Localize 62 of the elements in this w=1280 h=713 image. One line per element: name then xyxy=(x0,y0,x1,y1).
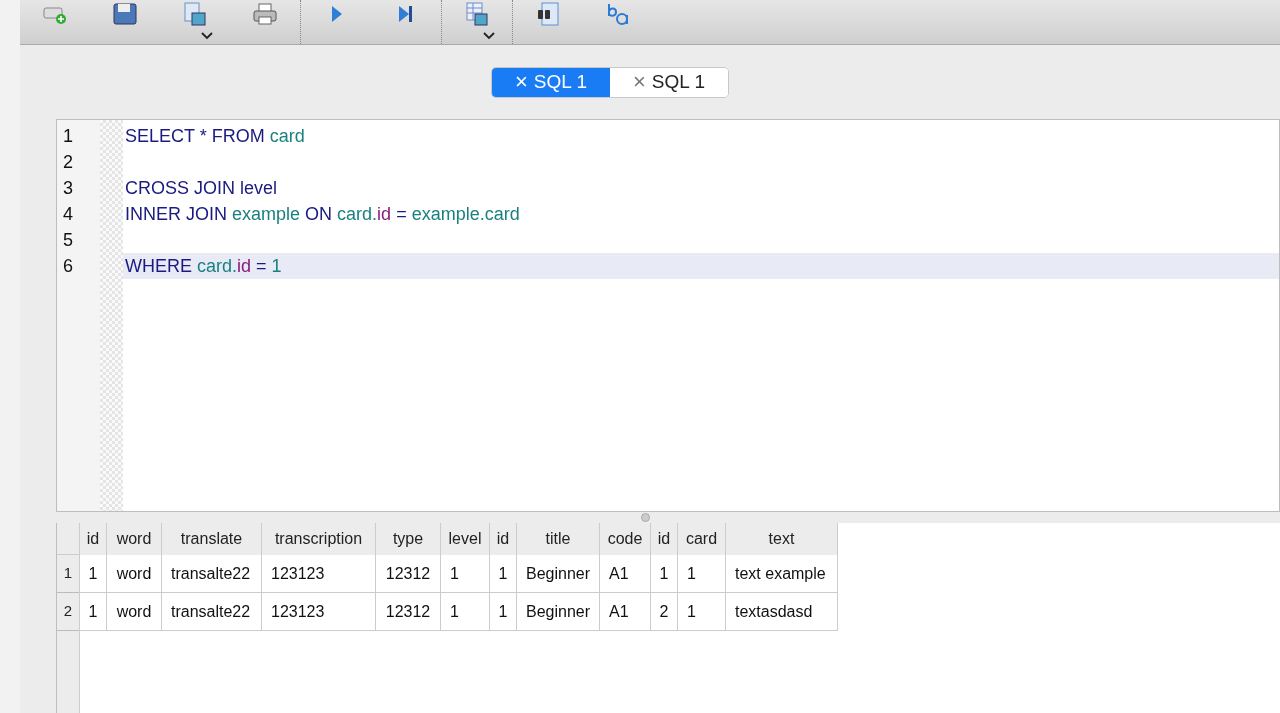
binoculars-document-icon xyxy=(535,2,561,26)
table-cell-text: transalte22 xyxy=(171,563,251,584)
line-number: 1 xyxy=(63,124,73,148)
column-header[interactable]: code xyxy=(607,527,643,551)
code-line: WHERE card.id = 1 xyxy=(125,254,282,278)
table-cell-text: Beginner xyxy=(525,563,590,584)
table-cell-text: word xyxy=(116,601,152,622)
column-header[interactable]: transcription xyxy=(274,527,363,551)
column-header[interactable]: id xyxy=(86,527,100,551)
column-header[interactable]: text xyxy=(768,527,795,551)
code-line: CROSS JOIN level xyxy=(125,176,278,200)
line-number: 6 xyxy=(63,254,73,278)
line-number: 2 xyxy=(63,150,73,174)
table-cell-text: textasdasd xyxy=(735,601,813,622)
code-line: INNER JOIN example ON card.id = example.card xyxy=(125,202,520,226)
table-cell-text: 12312 xyxy=(385,601,431,622)
row-number: 2 xyxy=(63,601,73,622)
table-cell-text: 1 xyxy=(88,601,98,622)
replace-letters-icon xyxy=(605,2,631,26)
table-cell-text: 1 xyxy=(687,601,696,622)
column-header[interactable]: word xyxy=(116,527,152,551)
table-cell-text: 1 xyxy=(450,563,459,584)
table-cell-text: 2 xyxy=(659,601,669,622)
caret-icon xyxy=(483,32,495,40)
table-cell-text: 1 xyxy=(498,563,508,584)
line-number: 4 xyxy=(63,202,73,226)
table-cell-text: 1 xyxy=(659,563,669,584)
tab-label: SQL 1 xyxy=(533,69,587,94)
table-cell-text: 123123 xyxy=(271,563,325,584)
column-header[interactable]: type xyxy=(392,527,424,551)
document-floppy-icon xyxy=(182,2,208,26)
table-floppy-icon xyxy=(464,2,490,26)
splitter-handle[interactable] xyxy=(640,513,650,522)
column-header[interactable]: level xyxy=(448,527,482,551)
line-number: 3 xyxy=(63,176,73,200)
table-cell-text: transalte22 xyxy=(171,601,251,622)
table-cell-text: A1 xyxy=(609,563,629,584)
column-header[interactable]: card xyxy=(685,527,718,551)
close-icon: × xyxy=(633,71,646,93)
table-cell-text: 1 xyxy=(687,563,696,584)
column-header[interactable]: id xyxy=(657,527,671,551)
table-cell-text: A1 xyxy=(609,601,629,622)
column-header[interactable]: id xyxy=(496,527,510,551)
table-cell-text: 1 xyxy=(88,563,98,584)
close-icon: × xyxy=(515,71,528,93)
row-number: 1 xyxy=(63,563,73,584)
printer-icon xyxy=(252,2,278,26)
table-cell-text: Beginner xyxy=(525,601,590,622)
floppy-icon xyxy=(112,2,138,26)
table-cell-text: 123123 xyxy=(271,601,325,622)
column-header[interactable]: translate xyxy=(180,527,243,551)
caret-icon xyxy=(201,32,213,40)
table-cell-text: 12312 xyxy=(385,563,431,584)
table-cell-text: 1 xyxy=(498,601,508,622)
table-cell-text: word xyxy=(116,563,152,584)
line-number: 5 xyxy=(63,228,73,252)
code-line: SELECT * FROM card xyxy=(125,124,305,148)
column-header[interactable]: title xyxy=(545,527,571,551)
sql-tab[interactable]: × SQL 1 xyxy=(492,67,610,97)
table-cell-text: text example xyxy=(735,563,826,584)
table-cell-text: 1 xyxy=(450,601,459,622)
tab-label: SQL 1 xyxy=(651,69,705,94)
